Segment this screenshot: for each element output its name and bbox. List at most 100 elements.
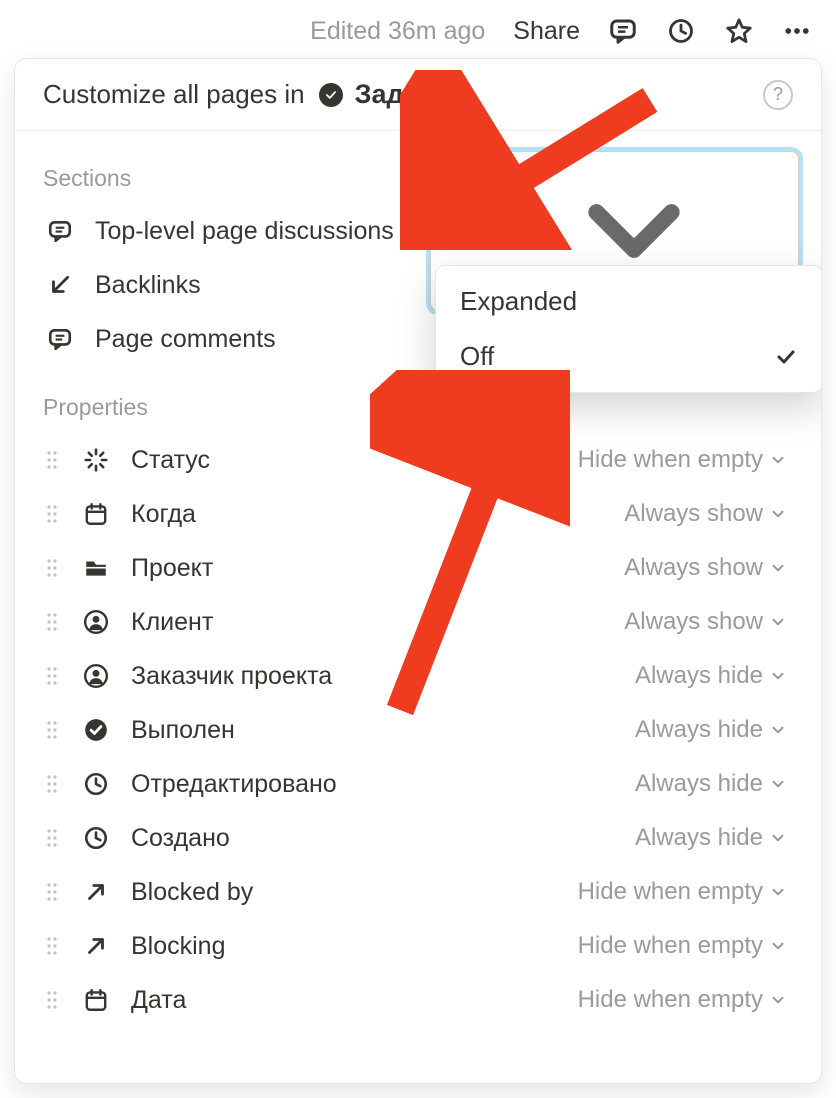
drag-handle-icon[interactable] (43, 666, 61, 686)
property-row[interactable]: КогдаAlways show (43, 487, 793, 541)
clock-icon (79, 767, 113, 801)
property-visibility-dropdown[interactable]: Always show (618, 552, 793, 584)
calendar-icon (79, 497, 113, 531)
property-label: Создано (131, 824, 230, 853)
arrow-down-left-icon (43, 268, 77, 302)
folder-icon (79, 551, 113, 585)
property-label: Статус (131, 446, 210, 475)
section-row-top-level-discussions[interactable]: Top-level page discussions Off (43, 204, 793, 258)
property-row[interactable]: ВыполенAlways hide (43, 703, 793, 757)
chevron-down-icon (769, 883, 787, 901)
drag-handle-icon[interactable] (43, 720, 61, 740)
property-label: Blocking (131, 932, 226, 961)
property-visibility-value: Always show (624, 554, 763, 582)
chevron-down-icon (769, 667, 787, 685)
property-visibility-value: Always show (624, 608, 763, 636)
properties-heading: Properties (43, 394, 793, 421)
dropdown-option-expanded[interactable]: Expanded (436, 274, 822, 329)
property-row[interactable]: Отредактировано Always hide (43, 757, 793, 811)
topbar: Edited 36m ago Share (0, 0, 836, 50)
property-visibility-value: Hide when empty (578, 986, 763, 1014)
section-label: Page comments (95, 325, 276, 354)
property-visibility-value: Hide when empty (578, 878, 763, 906)
section-value: Off (447, 217, 479, 245)
comments-icon[interactable] (608, 16, 638, 46)
property-visibility-dropdown[interactable]: Hide when empty (572, 876, 793, 908)
spinner-icon (79, 443, 113, 477)
property-visibility-value: Always show (624, 500, 763, 528)
property-visibility-dropdown[interactable]: Hide when empty (572, 984, 793, 1016)
drag-handle-icon[interactable] (43, 450, 61, 470)
person-icon (79, 659, 113, 693)
chevron-down-icon (769, 505, 787, 523)
property-label: Дата (131, 986, 186, 1015)
drag-handle-icon[interactable] (43, 558, 61, 578)
property-visibility-dropdown[interactable]: Always hide (629, 660, 793, 692)
help-icon[interactable]: ? (763, 80, 793, 110)
drag-handle-icon[interactable] (43, 612, 61, 632)
property-visibility-dropdown[interactable]: Always hide (629, 714, 793, 746)
more-icon[interactable] (782, 16, 812, 46)
property-label: Клиент (131, 608, 213, 637)
share-button[interactable]: Share (513, 17, 580, 46)
history-icon[interactable] (666, 16, 696, 46)
property-label: Отредактировано (131, 770, 337, 799)
property-visibility-dropdown[interactable]: Hide when empty (572, 444, 793, 476)
property-label: Заказчик проекта (131, 662, 332, 691)
arrow-up-right-icon (79, 929, 113, 963)
property-row[interactable]: Дата Hide when empty (43, 973, 793, 1027)
dropdown-popover: Expanded Off (435, 265, 822, 393)
section-label: Backlinks (95, 271, 201, 300)
comment-icon (43, 214, 77, 248)
chevron-down-icon (769, 775, 787, 793)
calendar-icon (79, 983, 113, 1017)
drag-handle-icon[interactable] (43, 774, 61, 794)
property-visibility-value: Hide when empty (578, 932, 763, 960)
property-visibility-dropdown[interactable]: Always show (618, 498, 793, 530)
property-row[interactable]: Заказчик проекта Always hide (43, 649, 793, 703)
property-row[interactable]: Blocking Hide when empty (43, 919, 793, 973)
chevron-down-icon (769, 721, 787, 739)
property-row[interactable]: Клиент Always show (43, 595, 793, 649)
star-icon[interactable] (724, 16, 754, 46)
header-prefix: Customize all pages in (43, 79, 305, 110)
chevron-down-icon (769, 451, 787, 469)
clock-icon (79, 821, 113, 855)
property-visibility-value: Always hide (635, 824, 763, 852)
person-icon (79, 605, 113, 639)
dropdown-option-off[interactable]: Off (436, 329, 822, 384)
chevron-down-icon (769, 991, 787, 1009)
property-row[interactable]: Статус Hide when empty (43, 433, 793, 487)
panel-header: Customize all pages in Задачи ? (15, 59, 821, 131)
property-visibility-dropdown[interactable]: Always show (618, 606, 793, 638)
property-visibility-value: Hide when empty (578, 446, 763, 474)
check-icon (774, 345, 798, 369)
edited-label: Edited 36m ago (310, 17, 485, 46)
property-visibility-dropdown[interactable]: Always hide (629, 822, 793, 854)
customize-panel: Customize all pages in Задачи ? Sections… (14, 58, 822, 1084)
chevron-down-icon (769, 559, 787, 577)
section-label: Top-level page discussions (95, 217, 394, 246)
property-row[interactable]: Проект Always show (43, 541, 793, 595)
dropdown-option-label: Expanded (460, 286, 798, 317)
arrow-up-right-icon (79, 875, 113, 909)
property-visibility-dropdown[interactable]: Always hide (629, 768, 793, 800)
property-visibility-value: Always hide (635, 716, 763, 744)
property-label: Blocked by (131, 878, 253, 907)
drag-handle-icon[interactable] (43, 882, 61, 902)
drag-handle-icon[interactable] (43, 504, 61, 524)
property-row[interactable]: Создано Always hide (43, 811, 793, 865)
chevron-down-icon (769, 937, 787, 955)
drag-handle-icon[interactable] (43, 936, 61, 956)
verified-badge-icon (319, 83, 343, 107)
check-circle-icon (79, 713, 113, 747)
drag-handle-icon[interactable] (43, 828, 61, 848)
page-title: Задачи (355, 79, 451, 110)
property-visibility-value: Always hide (635, 770, 763, 798)
property-row[interactable]: Blocked by Hide when empty (43, 865, 793, 919)
chevron-down-icon (769, 829, 787, 847)
property-label: Проект (131, 554, 213, 583)
dropdown-option-label: Off (460, 341, 774, 372)
property-visibility-dropdown[interactable]: Hide when empty (572, 930, 793, 962)
drag-handle-icon[interactable] (43, 990, 61, 1010)
